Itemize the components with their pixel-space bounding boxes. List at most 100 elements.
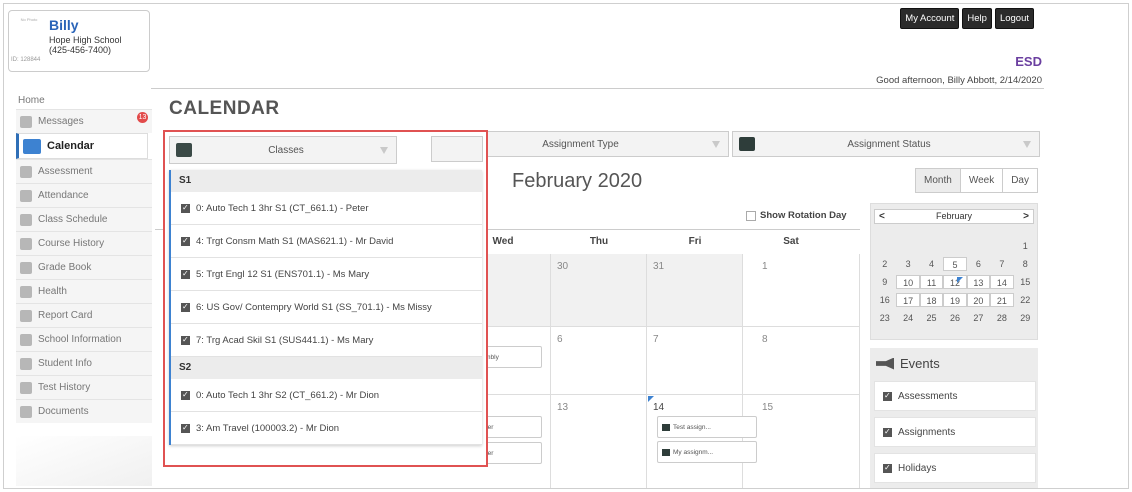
mini-day[interactable]: 5: [943, 257, 967, 271]
class-option[interactable]: 3: Am Travel (100003.2) - Mr Dion: [171, 412, 482, 445]
mini-day[interactable]: 15: [1014, 275, 1037, 289]
logout-button[interactable]: Logout: [994, 8, 1034, 29]
class-option-label: 7: Trg Acad Skil S1 (SUS441.1) - Ms Mary: [196, 334, 374, 346]
greeting-text: Good afternoon, Billy Abbott, 2/14/2020: [876, 75, 1042, 86]
mini-day[interactable]: 2: [873, 257, 896, 271]
assignment-event[interactable]: Test assign...: [657, 416, 757, 438]
assignment-event[interactable]: My assignm...: [657, 441, 757, 463]
mini-day[interactable]: 25: [920, 311, 943, 325]
messages-count-badge: 13: [137, 112, 148, 123]
show-rotation-checkbox[interactable]: [746, 210, 756, 221]
class-option[interactable]: 0: Auto Tech 1 3hr S1 (CT_661.1) - Peter: [171, 192, 482, 225]
class-option[interactable]: 5: Trgt Engl 12 S1 (ENS701.1) - Ms Mary: [171, 258, 482, 291]
checkbox-checked-icon[interactable]: [181, 390, 190, 400]
checkbox-checked-icon[interactable]: [883, 463, 892, 473]
class-option[interactable]: 7: Trg Acad Skil S1 (SUS441.1) - Ms Mary: [171, 324, 482, 357]
sidebar-item-report-card[interactable]: Report Card: [16, 303, 152, 327]
month-view-button[interactable]: Month: [916, 169, 960, 192]
sidebar-item-health[interactable]: Health: [16, 279, 152, 303]
envelope-icon: [20, 115, 32, 128]
header-divider: [151, 88, 1044, 89]
mini-day[interactable]: 13: [966, 275, 991, 289]
class-option[interactable]: 4: Trgt Consm Math S1 (MAS621.1) - Mr Da…: [171, 225, 482, 258]
checkbox-checked-icon[interactable]: [181, 335, 190, 345]
event-filter-assignments[interactable]: Assignments: [874, 417, 1036, 447]
sidebar-item-messages[interactable]: Messages 13: [16, 109, 152, 133]
mini-day-today[interactable]: 14: [990, 275, 1014, 289]
event-filter-holidays[interactable]: Holidays: [874, 453, 1036, 483]
mini-day[interactable]: 26: [943, 311, 966, 325]
mini-next-button[interactable]: >: [1023, 210, 1029, 223]
mini-day[interactable]: 29: [1014, 311, 1037, 325]
mini-day[interactable]: 24: [896, 311, 919, 325]
week-view-button[interactable]: Week: [959, 169, 1002, 192]
mini-day[interactable]: 20: [966, 293, 991, 307]
mini-day[interactable]: 21: [990, 293, 1014, 307]
mini-day[interactable]: 3: [896, 257, 919, 271]
student-phone: (425-456-7400): [49, 45, 112, 55]
mini-day[interactable]: 12: [943, 275, 967, 289]
sidebar-item-course-history[interactable]: Course History: [16, 231, 152, 255]
event-filter-assessments[interactable]: Assessments: [874, 381, 1036, 411]
day-number: 6: [557, 334, 563, 345]
my-account-button[interactable]: My Account: [900, 8, 960, 29]
view-switcher: Month Week Day: [915, 168, 1038, 193]
sidebar-item-grade-book[interactable]: Grade Book: [16, 255, 152, 279]
day-number: 7: [653, 334, 659, 345]
help-button[interactable]: Help: [962, 8, 992, 29]
mini-day[interactable]: 17: [896, 293, 920, 307]
sidebar-item-documents[interactable]: Documents: [16, 399, 152, 423]
mini-day[interactable]: 23: [873, 311, 896, 325]
mini-day[interactable]: 6: [967, 257, 990, 271]
checkbox-checked-icon[interactable]: [883, 391, 892, 401]
sidebar-item-class-schedule[interactable]: Class Schedule: [16, 207, 152, 231]
mini-day[interactable]: 10: [896, 275, 920, 289]
sidebar-item-assessment[interactable]: Assessment: [16, 159, 152, 183]
checkbox-checked-icon[interactable]: [181, 423, 190, 433]
class-option[interactable]: 6: US Gov/ Contempry World S1 (SS_701.1)…: [171, 291, 482, 324]
sidebar-home-link[interactable]: Home: [16, 92, 152, 109]
show-rotation-day-toggle[interactable]: Show Rotation Day: [746, 210, 847, 221]
filter-funnel-icon: [380, 146, 388, 154]
checkbox-checked-icon[interactable]: [181, 203, 190, 213]
show-rotation-label: Show Rotation Day: [760, 210, 847, 221]
student-card[interactable]: No Photo Billy Hope High School (425-456…: [8, 10, 150, 72]
mini-day[interactable]: 4: [920, 257, 943, 271]
assignment-icon: [662, 448, 670, 456]
mini-day[interactable]: 7: [990, 257, 1013, 271]
calendar-day-cell[interactable]: [743, 395, 860, 488]
calendar-day-cell[interactable]: [647, 327, 743, 395]
mini-day[interactable]: 1: [1014, 239, 1037, 253]
mini-day[interactable]: 19: [943, 293, 967, 307]
mini-day[interactable]: 16: [873, 293, 896, 307]
class-option[interactable]: 0: Auto Tech 1 3hr S2 (CT_661.2) - Mr Di…: [171, 379, 482, 412]
assignment-type-filter-partial[interactable]: [431, 136, 483, 162]
calendar-icon: [23, 138, 41, 154]
calendar-day-cell[interactable]: [743, 327, 860, 395]
sidebar-item-student-info[interactable]: Student Info: [16, 351, 152, 375]
sidebar-item-label: Test History: [38, 382, 91, 393]
mini-day[interactable]: 22: [1014, 293, 1037, 307]
classes-option-list: S1 0: Auto Tech 1 3hr S1 (CT_661.1) - Pe…: [169, 170, 482, 445]
mini-day[interactable]: 11: [919, 275, 944, 289]
day-view-button[interactable]: Day: [1002, 169, 1037, 192]
checkbox-checked-icon[interactable]: [181, 269, 190, 279]
mini-day[interactable]: 9: [873, 275, 896, 289]
sidebar-item-school-information[interactable]: School Information: [16, 327, 152, 351]
sidebar-item-calendar[interactable]: Calendar: [16, 133, 148, 159]
mini-today-marker: [957, 277, 963, 283]
sidebar-item-attendance[interactable]: Attendance: [16, 183, 152, 207]
mini-day[interactable]: 8: [1014, 257, 1037, 271]
mini-prev-button[interactable]: <: [879, 210, 885, 223]
assignment-status-filter[interactable]: Assignment Status: [732, 131, 1040, 157]
calendar-day-cell[interactable]: [551, 327, 647, 395]
mini-day[interactable]: 18: [919, 293, 944, 307]
mini-day[interactable]: 28: [990, 311, 1013, 325]
mini-day[interactable]: 27: [967, 311, 990, 325]
checkbox-checked-icon[interactable]: [181, 236, 190, 246]
calendar-day-cell[interactable]: [743, 254, 860, 327]
sidebar-item-test-history[interactable]: Test History: [16, 375, 152, 399]
checkbox-checked-icon[interactable]: [883, 427, 892, 437]
classes-filter[interactable]: Classes: [169, 136, 397, 164]
checkbox-checked-icon[interactable]: [181, 302, 190, 312]
